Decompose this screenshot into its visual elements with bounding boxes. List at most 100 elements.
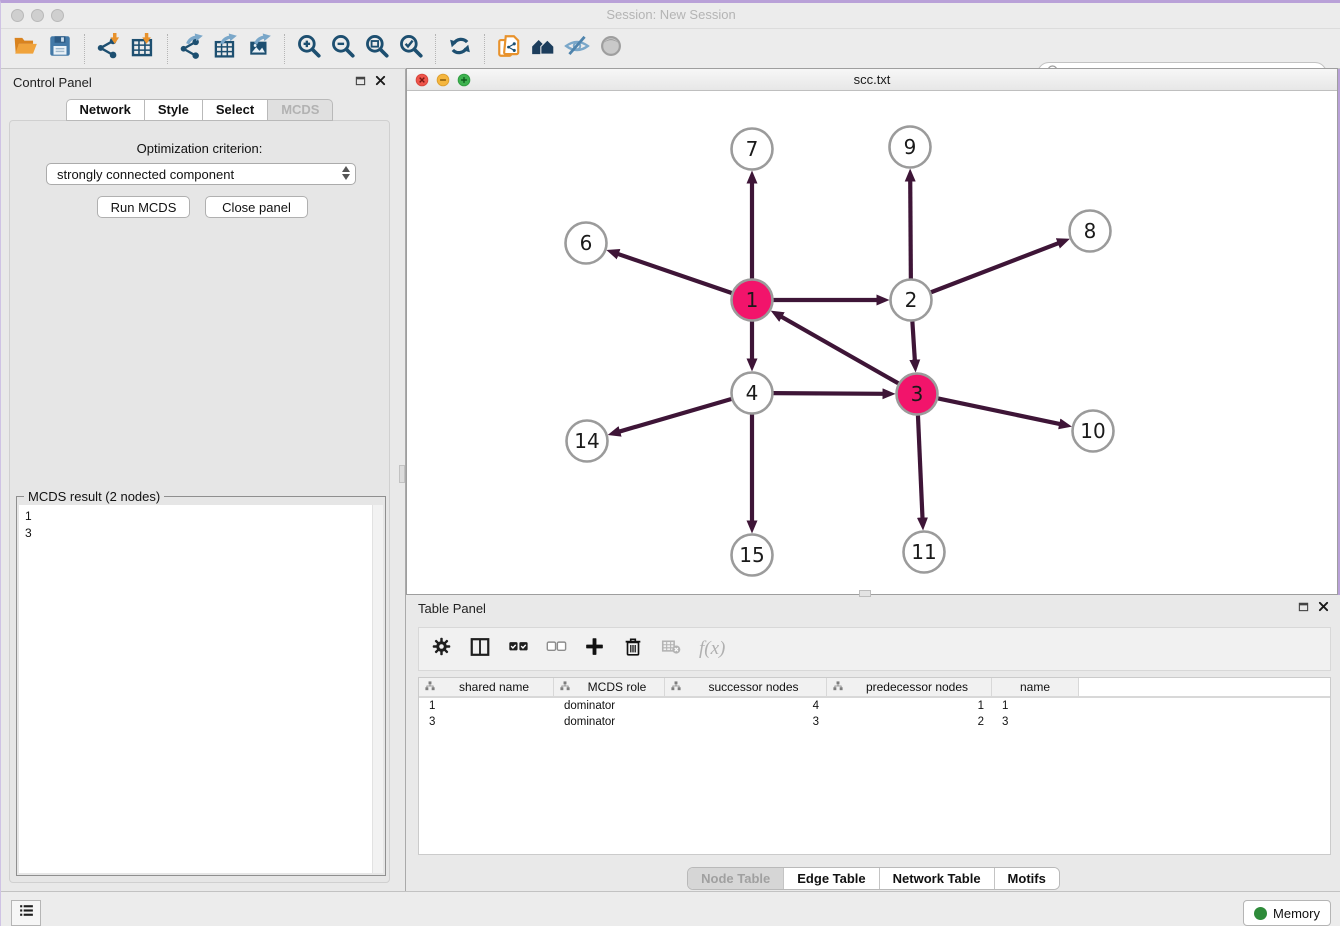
cell-successor-nodes[interactable]: 3 [665, 714, 827, 730]
tab-select[interactable]: Select [203, 99, 268, 121]
zoom-selected-button[interactable] [394, 33, 428, 65]
first-neighbors-button[interactable] [526, 33, 560, 65]
run-mcds-button[interactable]: Run MCDS [97, 196, 190, 218]
main-toolbar [1, 29, 1340, 69]
edge-3-10[interactable] [938, 398, 1061, 424]
edge-3-11[interactable] [918, 415, 923, 519]
svg-text:2: 2 [905, 288, 918, 312]
tree-icon [833, 680, 843, 694]
show-columns-icon [469, 636, 491, 663]
node-4[interactable]: 4 [732, 373, 773, 414]
export-network-button[interactable] [175, 33, 209, 65]
edge-1-6[interactable] [617, 254, 732, 293]
edge-4-14[interactable] [618, 399, 731, 432]
node-11[interactable]: 11 [904, 532, 945, 573]
delete-rows-button[interactable] [622, 636, 644, 663]
column-header-predecessor-nodes[interactable]: predecessor nodes [827, 678, 992, 696]
minimize-window-icon[interactable] [31, 9, 44, 22]
table-row[interactable]: 1dominator411 [419, 698, 1330, 714]
export-table-button[interactable] [209, 33, 243, 65]
node-7[interactable]: 7 [732, 129, 773, 170]
close-table-panel-icon[interactable] [1318, 599, 1329, 617]
tab-motifs[interactable]: Motifs [995, 868, 1059, 889]
node-6[interactable]: 6 [566, 223, 607, 264]
tab-style[interactable]: Style [145, 99, 203, 121]
cell-name[interactable]: 3 [992, 714, 1079, 730]
result-scrollbar[interactable] [372, 505, 383, 873]
task-history-button[interactable] [11, 900, 41, 926]
node-15[interactable]: 15 [732, 535, 773, 576]
edge-2-9[interactable] [910, 179, 911, 278]
save-session-button[interactable] [43, 33, 77, 65]
function-builder-button[interactable]: f(x) [699, 638, 725, 660]
export-image-button[interactable] [243, 33, 277, 65]
node-8[interactable]: 8 [1070, 211, 1111, 252]
cell-shared-name[interactable]: 3 [419, 714, 554, 730]
show-all-button[interactable] [594, 33, 628, 65]
zoom-in-button[interactable] [292, 33, 326, 65]
network-close-icon[interactable] [415, 73, 429, 92]
edge-3-1[interactable] [780, 316, 898, 383]
zoom-out-button[interactable] [326, 33, 360, 65]
mcds-tab-content: Optimization criterion: strongly connect… [9, 120, 390, 883]
table-row[interactable]: 3dominator323 [419, 714, 1330, 730]
memory-button[interactable]: Memory [1243, 900, 1331, 926]
window-controls[interactable] [11, 9, 64, 22]
import-table-button[interactable] [126, 33, 160, 65]
float-table-panel-icon[interactable] [1298, 599, 1309, 617]
cell-name[interactable]: 1 [992, 698, 1079, 714]
float-panel-icon[interactable] [355, 73, 366, 91]
select-all-button[interactable] [508, 636, 529, 662]
close-panel-icon[interactable] [375, 73, 386, 91]
table-options-icon [431, 636, 452, 662]
network-window-titlebar[interactable]: scc.txt [407, 69, 1337, 91]
add-row-button[interactable] [584, 636, 605, 662]
node-10[interactable]: 10 [1073, 411, 1114, 452]
panel-splitter[interactable] [398, 69, 406, 891]
deselect-all-button[interactable] [546, 636, 567, 662]
show-columns-button[interactable] [469, 636, 491, 663]
edge-2-3[interactable] [912, 321, 915, 361]
node-table[interactable]: shared nameMCDS rolesuccessor nodesprede… [418, 677, 1331, 855]
zoom-fit-button[interactable] [360, 33, 394, 65]
tab-network[interactable]: Network [66, 99, 145, 121]
splitter-handle[interactable] [399, 465, 405, 483]
node-14[interactable]: 14 [567, 421, 608, 462]
tab-edge-table[interactable]: Edge Table [784, 868, 879, 889]
tab-node-table[interactable]: Node Table [688, 868, 784, 889]
cell-predecessor-nodes[interactable]: 1 [827, 698, 992, 714]
cell-successor-nodes[interactable]: 4 [665, 698, 827, 714]
horizontal-splitter-handle[interactable] [859, 590, 871, 597]
column-header-shared-name[interactable]: shared name [419, 678, 554, 696]
tab-network-table[interactable]: Network Table [880, 868, 995, 889]
close-window-icon[interactable] [11, 9, 24, 22]
table-options-button[interactable] [431, 636, 452, 662]
network-maximize-icon[interactable] [457, 73, 471, 92]
hide-selected-button[interactable] [560, 33, 594, 65]
cell-MCDS-role[interactable]: dominator [554, 714, 665, 730]
refresh-layout-button[interactable] [443, 33, 477, 65]
node-9[interactable]: 9 [890, 127, 931, 168]
delete-table-button[interactable] [661, 636, 682, 662]
node-2[interactable]: 2 [891, 280, 932, 321]
column-header-successor-nodes[interactable]: successor nodes [665, 678, 827, 696]
column-header-MCDS-role[interactable]: MCDS role [554, 678, 665, 696]
network-graph-canvas[interactable]: 7 9 6 8 1 2 4 3 14 10 15 11 [407, 91, 1337, 594]
tab-mcds[interactable]: MCDS [268, 99, 333, 121]
network-minimize-icon[interactable] [436, 73, 450, 92]
edge-2-8[interactable] [931, 243, 1060, 293]
close-panel-button[interactable]: Close panel [205, 196, 308, 218]
node-1[interactable]: 1 [732, 280, 773, 321]
criterion-dropdown[interactable]: strongly connected component [46, 163, 356, 185]
clone-network-button[interactable] [492, 33, 526, 65]
open-session-button[interactable] [9, 33, 43, 65]
edge-4-3[interactable] [773, 393, 884, 394]
maximize-window-icon[interactable] [51, 9, 64, 22]
cell-MCDS-role[interactable]: dominator [554, 698, 665, 714]
cell-shared-name[interactable]: 1 [419, 698, 554, 714]
node-3[interactable]: 3 [897, 374, 938, 415]
column-header-name[interactable]: name [992, 678, 1079, 696]
cell-predecessor-nodes[interactable]: 2 [827, 714, 992, 730]
import-network-button[interactable] [92, 33, 126, 65]
mcds-result-textarea[interactable]: 1 3 [19, 505, 383, 873]
